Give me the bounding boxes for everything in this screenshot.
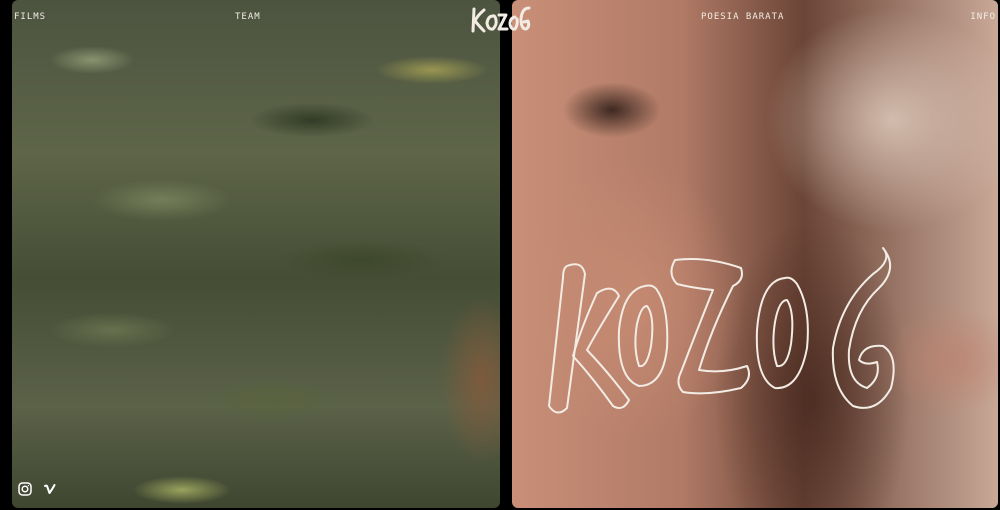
nav-info-link[interactable]: INFO xyxy=(970,12,996,22)
nav-films-link[interactable]: FILMS xyxy=(14,12,46,22)
hero-kozog-logo: KOZOG xyxy=(527,238,897,418)
left-video-panel xyxy=(12,0,500,508)
nav-poesia-barata-link[interactable]: POESIA BARATA xyxy=(701,12,784,22)
instagram-icon[interactable] xyxy=(18,482,32,496)
vimeo-icon[interactable] xyxy=(43,482,57,496)
nav-team-link[interactable]: TEAM xyxy=(235,12,261,22)
header-logo[interactable]: KOZOG xyxy=(469,2,533,36)
